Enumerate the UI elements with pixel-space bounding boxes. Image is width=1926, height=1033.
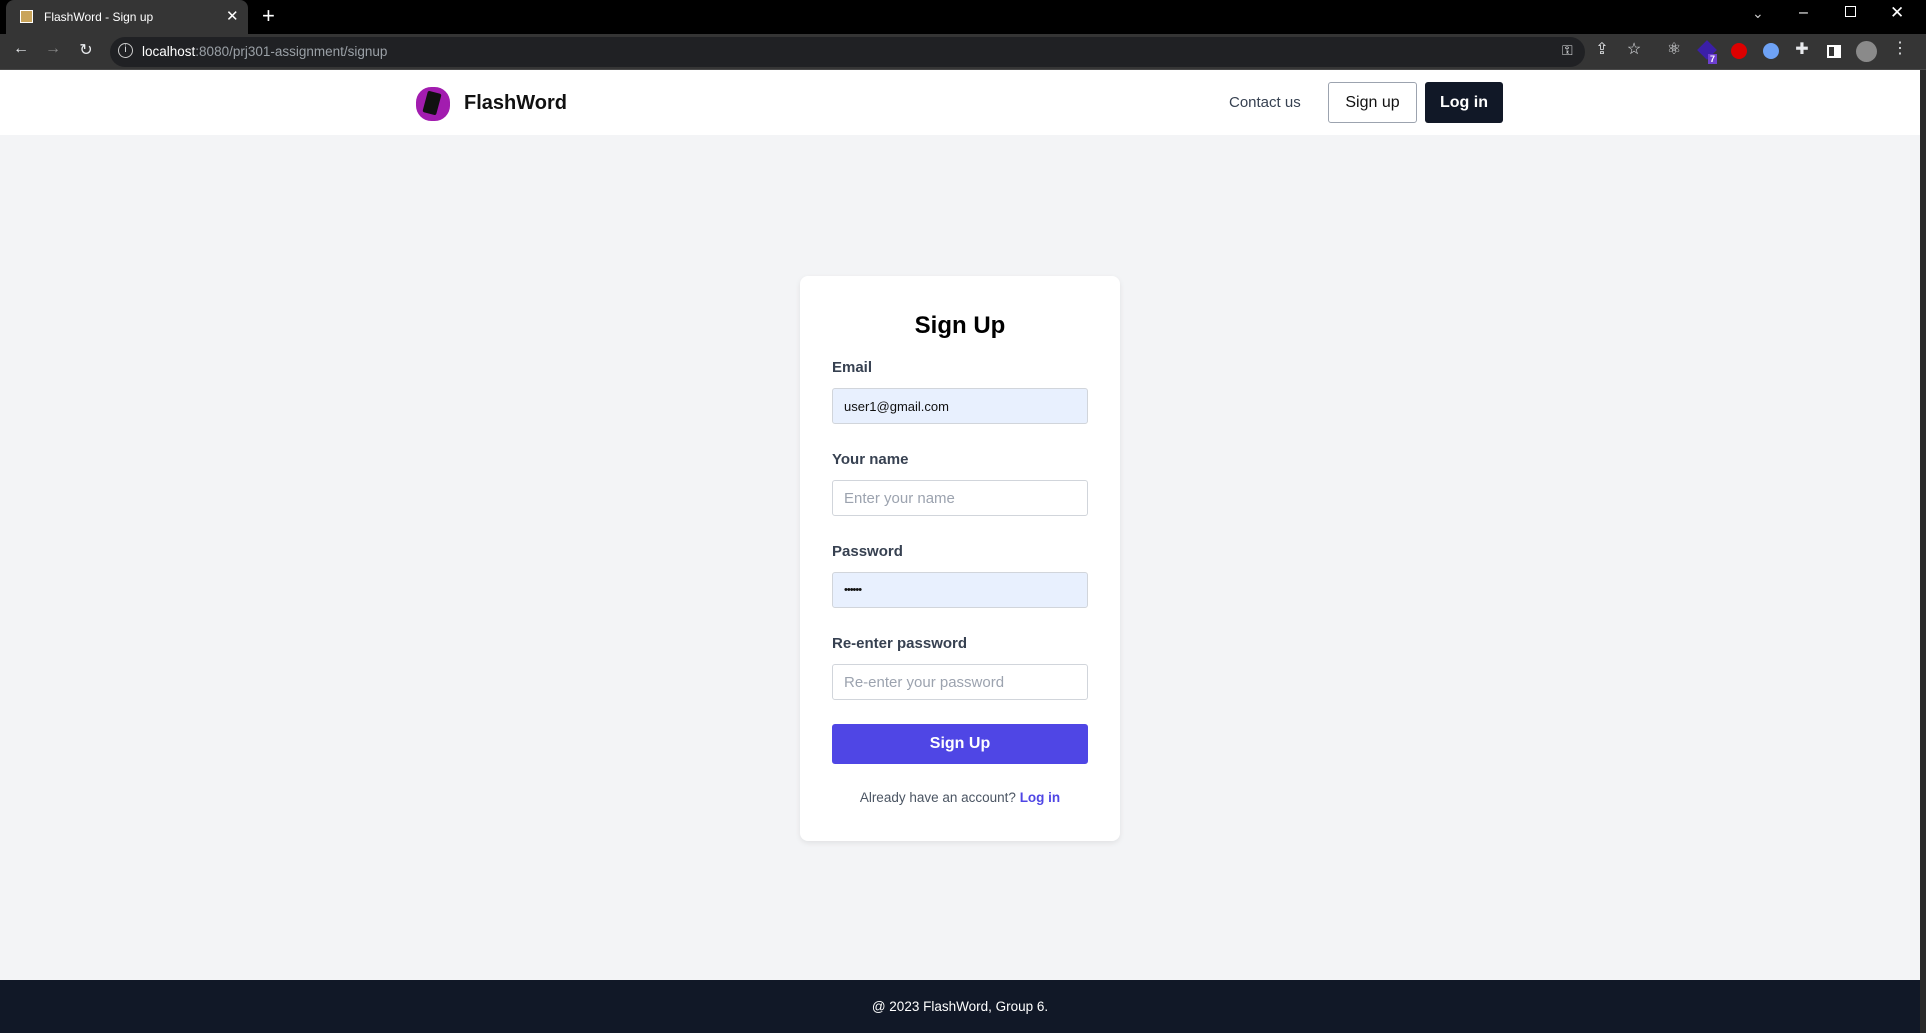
menu-icon[interactable]: ⋮ [1888,38,1912,58]
search-extension-icon[interactable] [1763,43,1779,59]
nav-signup-button[interactable]: Sign up [1328,82,1417,123]
minimize-icon[interactable]: – [1799,4,1808,22]
forward-icon[interactable]: → [41,40,65,58]
password-field[interactable]: •••••• [832,572,1088,608]
react-devtools-icon[interactable]: ⚛ [1662,39,1686,59]
already-text: Already have an account? [859,790,1016,805]
scrollbar[interactable] [1920,70,1926,1033]
nav-login-button[interactable]: Log in [1425,82,1503,123]
name-label: Your name [832,451,909,468]
login-prompt: Already have an account? Log in [800,790,1120,805]
back-icon[interactable]: ← [9,40,33,58]
repassword-label: Re-enter password [832,635,968,652]
restore-icon[interactable] [1845,6,1856,17]
contact-us-link[interactable]: Contact us [1229,94,1301,111]
signup-card: Sign Up Email Your name Password •••••• … [800,276,1120,841]
browser-toolbar: ← → ↻ i localhost:8080/prj301-assignment… [0,34,1926,70]
new-tab-icon[interactable]: + [262,3,275,29]
share-icon[interactable]: ⇪ [1590,39,1614,59]
brand-name[interactable]: FlashWord [464,92,567,115]
url-path: :8080/prj301-assignment/signup [195,44,388,59]
signup-submit-button[interactable]: Sign Up [832,724,1088,764]
browser-tab[interactable]: FlashWord - Sign up ✕ [6,0,248,34]
extension-badge: 7 [1708,54,1718,64]
password-label: Password [832,543,903,560]
extensions-puzzle-icon[interactable]: ✚ [1790,39,1814,59]
repassword-field[interactable] [832,664,1088,700]
tab-title: FlashWord - Sign up [44,10,154,24]
profile-avatar[interactable] [1856,41,1877,62]
url-host: localhost [142,44,196,59]
close-window-icon[interactable]: ✕ [1890,3,1904,23]
name-field[interactable] [832,480,1088,516]
flashword-logo-icon[interactable] [416,87,450,121]
address-bar[interactable]: i localhost:8080/prj301-assignment/signu… [110,37,1585,67]
site-info-icon[interactable]: i [118,43,133,58]
email-field[interactable] [832,388,1088,424]
url-text: localhost:8080/prj301-assignment/signup [142,44,387,59]
site-header: FlashWord Contact us Sign up Log in [0,70,1920,135]
browser-tab-strip: FlashWord - Sign up ✕ + ⌄ – ✕ [0,0,1926,34]
side-panel-icon[interactable] [1827,45,1841,58]
reload-icon[interactable]: ↻ [74,40,98,60]
adblock-icon[interactable] [1731,43,1747,59]
login-link[interactable]: Log in [1020,790,1061,805]
footer: @ 2023 FlashWord, Group 6. [0,980,1920,1033]
favicon-icon [20,10,33,23]
form-title: Sign Up [914,312,1006,339]
key-icon[interactable]: ⚿ [1562,42,1573,59]
bookmark-star-icon[interactable]: ☆ [1622,39,1646,59]
close-tab-icon[interactable]: ✕ [226,7,239,25]
email-label: Email [832,359,873,376]
tab-search-icon[interactable]: ⌄ [1752,5,1764,22]
